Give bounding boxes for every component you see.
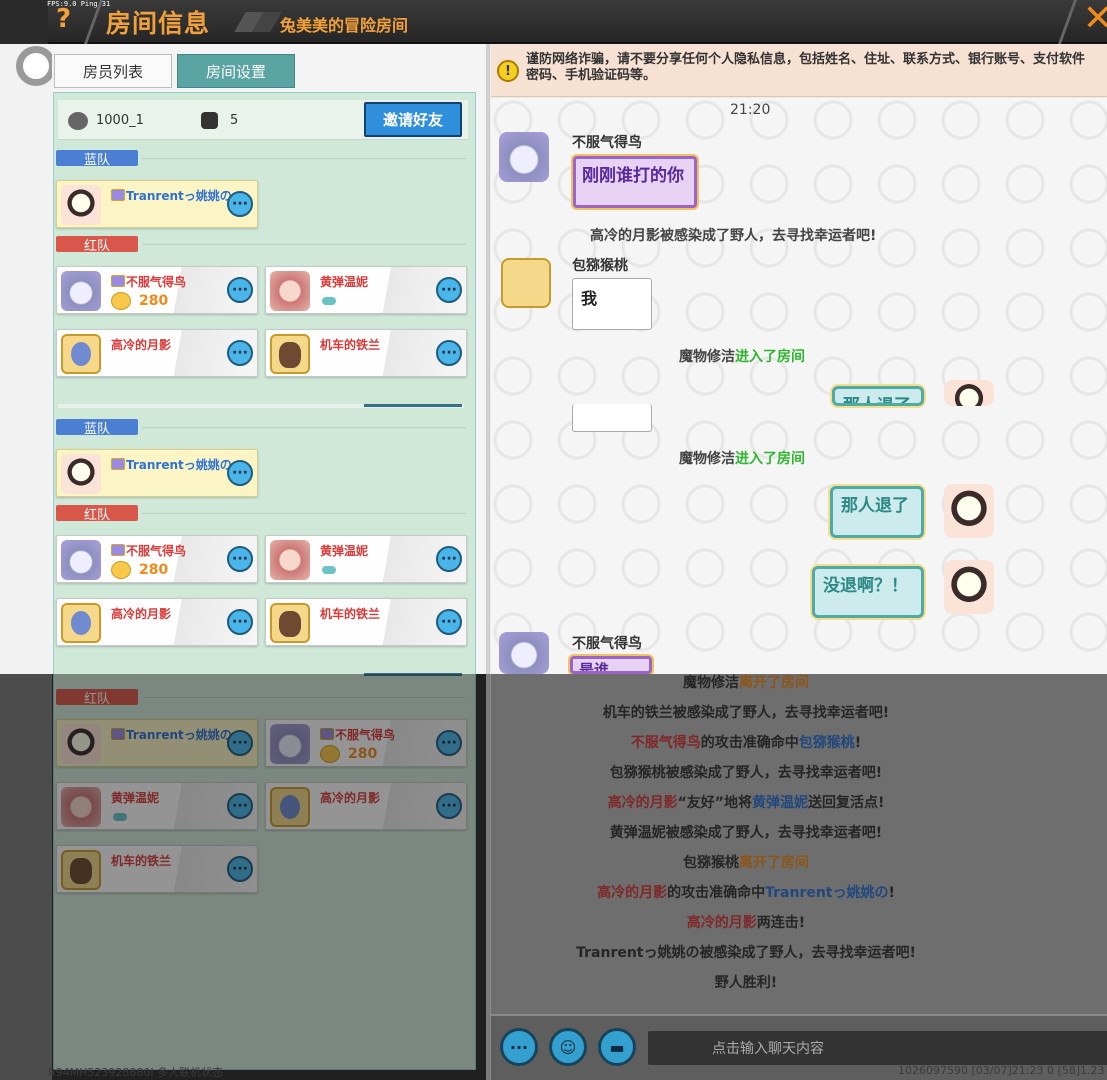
more-options-button[interactable]: ···: [436, 546, 462, 572]
team-label-red: 红队: [56, 236, 138, 254]
system-message: 高冷的月影被感染成了野人，去寻找幸运者吧!: [590, 228, 877, 244]
player-count-icon: [201, 112, 218, 129]
warning-icon: !: [497, 60, 519, 82]
keyboard-icon[interactable]: ▬: [598, 1028, 636, 1066]
avatar: [270, 540, 310, 580]
team-divider: [142, 427, 466, 428]
avatar: [270, 603, 310, 643]
avatar: [61, 271, 101, 311]
player-name: 黄弹温妮: [320, 275, 369, 289]
player-name: 不服气得鸟: [111, 542, 186, 559]
more-options-button[interactable]: ···: [227, 546, 253, 572]
more-options-button[interactable]: ···: [436, 277, 462, 303]
room-name: 兔美美的冒险房间: [280, 16, 409, 35]
team-label-blue: 蓝队: [56, 419, 138, 437]
team-label-blue: 蓝队: [56, 150, 138, 168]
team-label-red: 红队: [56, 505, 138, 523]
player-name: 高冷的月影: [111, 338, 172, 352]
player-card[interactable]: Tranrentっ姚姚の ···: [56, 449, 258, 497]
player-card[interactable]: 机车的铁兰 ···: [265, 598, 467, 646]
chat-bubble: 我: [572, 278, 652, 330]
chat-sender: 不服气得鸟: [572, 135, 642, 151]
section-separator: [364, 404, 462, 407]
player-name: Tranrentっ姚姚の: [111, 187, 232, 204]
status-footer-left: R94MH523928880I 多人联机状态: [48, 1066, 224, 1079]
more-options-button[interactable]: ···: [500, 1028, 538, 1066]
avatar: [270, 334, 310, 374]
player-card[interactable]: 不服气得鸟 280 ···: [56, 535, 258, 583]
team-divider: [142, 513, 466, 514]
player-card[interactable]: 高冷的月影 ···: [56, 329, 258, 377]
ring-icon[interactable]: [16, 46, 56, 86]
avatar: [61, 185, 101, 225]
cloud-icon: [322, 566, 336, 574]
invite-friends-button[interactable]: 邀请好友: [364, 102, 462, 137]
avatar: [270, 271, 310, 311]
avatar: [61, 334, 101, 374]
team-divider: [142, 244, 466, 245]
player-card[interactable]: 黄弹温妮 ···: [265, 266, 467, 314]
chat-timestamp: 21:20: [730, 102, 771, 118]
chat-sender: 不服气得鸟: [572, 636, 642, 652]
player-card[interactable]: 高冷的月影 ···: [56, 598, 258, 646]
system-message: 魔物修洁进入了房间: [679, 451, 805, 467]
avatar[interactable]: [944, 484, 994, 538]
player-name: 机车的铁兰: [320, 338, 381, 352]
cloud-icon: [322, 297, 336, 305]
avatar[interactable]: [944, 560, 994, 614]
player-score: 280: [139, 293, 169, 309]
player-name: Tranrentっ姚姚の: [111, 456, 232, 473]
player-count: 5: [230, 113, 239, 128]
rank-badge-icon: [111, 544, 125, 556]
rank-badge-icon: [111, 458, 125, 470]
player-name: 不服气得鸟: [111, 273, 186, 290]
avatar: [61, 603, 101, 643]
room-id: 1000_1: [96, 113, 144, 128]
room-icon: [68, 112, 88, 130]
avatar: [61, 454, 101, 494]
page-title: 房间信息: [106, 9, 211, 38]
chat-bubble: 没退啊？！: [812, 566, 924, 618]
help-button[interactable]: ?: [56, 4, 71, 34]
close-button[interactable]: ✕: [1083, 0, 1107, 39]
player-card[interactable]: 机车的铁兰 ···: [265, 329, 467, 377]
rank-badge-icon: [111, 275, 125, 287]
more-options-button[interactable]: ···: [227, 191, 253, 217]
player-card[interactable]: 黄弹温妮 ···: [265, 535, 467, 583]
avatar[interactable]: [944, 380, 994, 406]
tab-settings[interactable]: 房间设置: [177, 54, 295, 88]
tab-members[interactable]: 房员列表: [54, 54, 172, 88]
player-name: 黄弹温妮: [320, 544, 369, 558]
more-options-button[interactable]: ···: [227, 460, 253, 486]
avatar[interactable]: [499, 632, 549, 674]
coin-icon: [111, 561, 131, 579]
more-options-button[interactable]: ···: [227, 340, 253, 366]
chat-sender: 包猕猴桃: [572, 258, 628, 274]
player-card[interactable]: Tranrentっ姚姚の ···: [56, 180, 258, 228]
warning-text: 谨防网络诈骗，请不要分享任何个人隐私信息，包括姓名、住址、联系方式、银行账号、支…: [526, 52, 1086, 83]
left-sidebar: [0, 44, 52, 674]
player-name: 高冷的月影: [111, 607, 172, 621]
system-message: 魔物修洁进入了房间: [679, 349, 805, 365]
avatar[interactable]: [499, 132, 549, 182]
status-footer-right: 1026097590 [03/07]21:23 0 [58]1.23: [898, 1064, 1105, 1077]
avatar: [61, 540, 101, 580]
player-card[interactable]: 不服气得鸟 280 ···: [56, 266, 258, 314]
chat-bubble: 那人退了: [830, 486, 924, 538]
coin-icon: [111, 292, 131, 310]
more-options-button[interactable]: ···: [227, 609, 253, 635]
player-name: 机车的铁兰: [320, 607, 381, 621]
chat-bubble: 那人退了: [832, 386, 924, 406]
rank-badge-icon: [111, 189, 125, 201]
team-divider: [142, 158, 466, 159]
chat-input[interactable]: 点击输入聊天内容: [648, 1031, 1107, 1065]
more-options-button[interactable]: ···: [436, 609, 462, 635]
player-score: 280: [139, 562, 169, 578]
chat-bubble: 刚刚谁打的你: [573, 156, 697, 208]
avatar[interactable]: [501, 258, 551, 308]
more-options-button[interactable]: ···: [436, 340, 462, 366]
more-options-button[interactable]: ···: [227, 277, 253, 303]
chat-bubble: [572, 404, 652, 432]
emoji-icon[interactable]: ☺: [549, 1028, 587, 1066]
